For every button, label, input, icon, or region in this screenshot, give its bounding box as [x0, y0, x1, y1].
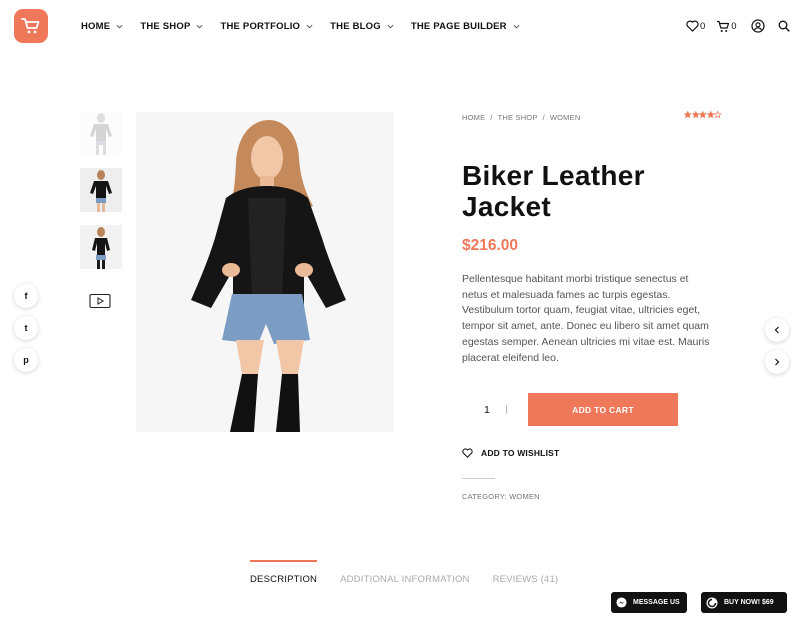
product-thumbnail[interactable]: [80, 225, 122, 269]
model-wearing-jacket-image: [136, 112, 394, 432]
user-icon: [750, 19, 765, 33]
breadcrumb-separator: /: [490, 113, 493, 122]
nav-item-the-portfolio[interactable]: THE PORTFOLIO: [220, 20, 313, 32]
product-thumbnail[interactable]: [80, 111, 122, 155]
message-us-button[interactable]: MESSAGE US: [611, 592, 687, 613]
share-pinterest-button[interactable]: p: [14, 348, 38, 372]
pinterest-icon: p: [23, 355, 29, 365]
model-thumbnail-image: [80, 111, 122, 155]
add-to-cart-button[interactable]: ADD TO CART: [528, 393, 678, 426]
product-thumbnail[interactable]: [80, 168, 122, 212]
quantity-divider: [506, 405, 507, 414]
wishlist-link[interactable]: 0: [686, 20, 705, 32]
product-tabs: DESCRIPTION ADDITIONAL INFORMATION REVIE…: [250, 560, 581, 585]
share-facebook-button[interactable]: f: [14, 284, 38, 308]
product-description: Pellentesque habitant morbi tristique se…: [462, 273, 710, 364]
breadcrumb: HOME / THE SHOP / WOMEN: [462, 113, 585, 122]
wishlist-count: 0: [700, 20, 706, 32]
nav-item-label: THE PORTFOLIO: [220, 20, 301, 32]
cart-link[interactable]: 0: [716, 20, 737, 33]
tab-reviews[interactable]: REVIEWS (41): [493, 560, 559, 585]
add-to-wishlist-label: ADD TO WISHLIST: [481, 448, 560, 458]
search-button[interactable]: [778, 20, 790, 32]
message-us-label: MESSAGE US: [633, 599, 680, 606]
shop-logo-cart-icon[interactable]: [14, 9, 48, 43]
twitter-icon: t: [24, 323, 28, 333]
buy-now-icon: [706, 597, 718, 608]
star-filled-icon: [706, 111, 714, 119]
nav-item-label: THE BLOG: [330, 20, 381, 32]
tab-description[interactable]: DESCRIPTION: [250, 560, 318, 585]
chevron-right-icon: [775, 358, 780, 366]
facebook-icon: f: [24, 291, 28, 301]
header-icons: 0 0: [686, 18, 790, 34]
quantity-input[interactable]: 1: [484, 404, 490, 416]
product-price: $216.00: [462, 237, 519, 254]
chevron-left-icon: [774, 326, 779, 334]
model-thumbnail-image: [80, 168, 122, 212]
tab-additional-information[interactable]: ADDITIONAL INFORMATION: [340, 560, 470, 585]
product-title: Biker Leather Jacket: [462, 160, 645, 222]
messenger-icon: [616, 597, 627, 608]
share-twitter-button[interactable]: t: [14, 316, 38, 340]
nav-item-home[interactable]: HOME: [81, 20, 123, 32]
nav-item-label: THE PAGE BUILDER: [410, 20, 507, 32]
divider: [462, 478, 495, 479]
cart-count: 0: [731, 20, 737, 32]
buy-now-button[interactable]: BUY NOW! $69: [701, 592, 787, 613]
breadcrumb-home[interactable]: HOME: [462, 113, 485, 122]
breadcrumb-the-shop[interactable]: THE SHOP: [498, 113, 538, 122]
add-to-wishlist-link[interactable]: ADD TO WISHLIST: [462, 448, 559, 458]
nav-item-the-blog[interactable]: THE BLOG: [330, 20, 394, 32]
heart-icon: [462, 448, 473, 458]
product-rating[interactable]: [684, 111, 722, 119]
cart-icon: [717, 20, 730, 32]
model-thumbnail-image: [80, 225, 122, 269]
search-icon: [778, 20, 790, 32]
buy-now-label: BUY NOW! $69: [724, 599, 774, 606]
chevron-down-icon: [306, 24, 313, 28]
main-navigation: HOME THE SHOP THE PORTFOLIO THE BLOG THE…: [81, 20, 537, 32]
product-category: CATEGORY: WOMEN: [462, 492, 540, 501]
product-video-button[interactable]: [89, 293, 111, 309]
star-filled-icon: [684, 111, 692, 119]
star-filled-icon: [699, 111, 707, 119]
star-empty-icon: [714, 111, 722, 119]
chevron-down-icon: [513, 24, 520, 28]
video-play-icon: [89, 293, 111, 309]
previous-product-button[interactable]: [765, 318, 789, 342]
nav-item-the-page-builder[interactable]: THE PAGE BUILDER: [411, 20, 520, 32]
chevron-down-icon: [387, 24, 394, 28]
star-filled-icon: [691, 111, 699, 119]
nav-item-label: HOME: [81, 20, 111, 32]
account-link[interactable]: [750, 19, 765, 33]
nav-item-label: THE SHOP: [140, 20, 191, 32]
product-main-image[interactable]: [136, 112, 394, 432]
breadcrumb-women[interactable]: WOMEN: [550, 113, 581, 122]
nav-item-the-shop[interactable]: THE SHOP: [140, 20, 203, 32]
heart-icon: [686, 20, 699, 32]
breadcrumb-separator: /: [542, 113, 545, 122]
next-product-button[interactable]: [765, 350, 789, 374]
chevron-down-icon: [197, 24, 203, 28]
chevron-down-icon: [116, 24, 123, 28]
